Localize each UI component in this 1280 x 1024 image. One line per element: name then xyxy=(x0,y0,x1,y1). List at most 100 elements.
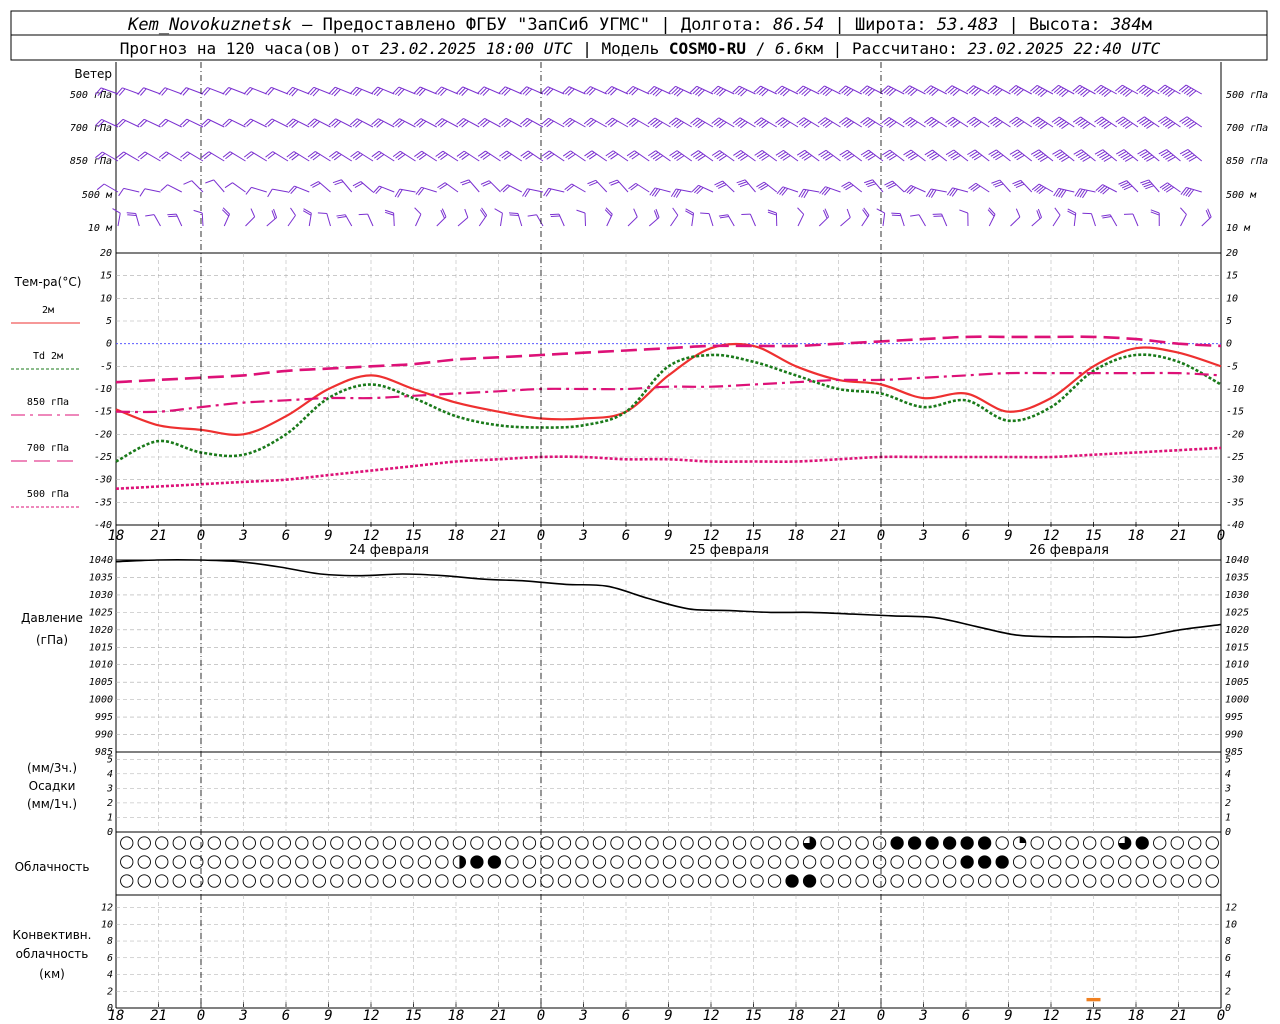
conv-ytick-right: 2 xyxy=(1225,986,1231,997)
wind-barb-feather xyxy=(287,185,295,194)
cloud-circle xyxy=(627,855,642,869)
cloud-circle xyxy=(312,855,326,869)
wind-barb-staff xyxy=(326,213,331,227)
cloud-symbol-mid xyxy=(1118,855,1132,869)
cloud-circle xyxy=(732,874,747,888)
wind-barb xyxy=(137,151,161,162)
cloud-fill xyxy=(470,855,484,869)
wind-barb-feather xyxy=(168,215,178,218)
wind-barb xyxy=(711,85,735,97)
cloud-circle xyxy=(750,874,764,888)
cloud-symbol-low xyxy=(1100,874,1114,888)
wind-barb xyxy=(336,214,353,227)
conv-ytick-right: 4 xyxy=(1225,970,1231,981)
wind-barb-staff xyxy=(457,217,469,227)
wind-barb xyxy=(302,208,312,227)
time-tick-mid-label: 12 xyxy=(1043,528,1060,544)
wind-barb xyxy=(903,149,926,162)
wind-barb xyxy=(1031,183,1054,195)
wind-barb xyxy=(711,117,735,129)
cloud-circle xyxy=(872,855,887,869)
cloud-circle xyxy=(750,855,764,869)
cloud-symbol-mid xyxy=(417,855,432,869)
cloud-circle xyxy=(1118,874,1132,888)
temp-ytick-left: 20 xyxy=(100,248,112,259)
cloud-symbol-low xyxy=(1118,874,1132,888)
wind-barb-feather xyxy=(1101,214,1111,217)
cloud-circle xyxy=(995,874,1009,888)
wind-barb xyxy=(139,188,161,197)
time-tick-bottom-label: 15 xyxy=(405,1008,422,1024)
wind-barb-staff xyxy=(797,214,805,227)
wind-barb-feather xyxy=(127,214,137,216)
wind-title: Ветер xyxy=(74,67,112,81)
time-tick-mid-label: 21 xyxy=(490,528,507,544)
wind-barb xyxy=(562,117,586,128)
wind-barb-feather xyxy=(267,188,273,198)
cloud-symbol-low xyxy=(382,874,397,888)
legend-label-td2m: Td 2м xyxy=(33,351,63,362)
cloud-symbol-low xyxy=(1065,874,1079,888)
wind-barb xyxy=(480,180,501,193)
cloud-circle xyxy=(977,874,992,888)
wind-barb-feather xyxy=(290,186,298,194)
temp-ytick-right: -5 xyxy=(1226,361,1238,372)
wind-barb-feather xyxy=(1185,188,1192,197)
cloud-circle xyxy=(207,874,221,888)
cloud-symbol-low xyxy=(575,874,589,888)
wind-barb xyxy=(944,85,969,96)
lat-value: 53.483 xyxy=(937,15,998,35)
wind-barb xyxy=(180,151,204,162)
wind-barb-feather xyxy=(718,214,728,217)
cloud-symbol-mid xyxy=(575,855,589,869)
cloud-symbol-mid xyxy=(627,855,642,869)
cloud-circle xyxy=(697,836,712,850)
wind-barb xyxy=(392,118,416,128)
wind-barb xyxy=(460,179,480,193)
wind-barb xyxy=(775,149,799,162)
cloud-circle xyxy=(137,874,151,888)
cloud-circle xyxy=(1065,855,1079,869)
forecast-label: Прогноз на 120 часа(ов) от xyxy=(120,39,370,58)
wind-barb-feather xyxy=(1031,183,1040,191)
wind-barb xyxy=(1136,84,1160,97)
time-tick-bottom-label: 0 xyxy=(877,1008,885,1024)
resolution: 6.6 xyxy=(775,39,804,58)
wind-barb xyxy=(583,117,607,128)
cloud-symbol-upper xyxy=(417,836,432,850)
cloud-circle xyxy=(1065,874,1079,888)
station-name: Kem_Novokuznetsk xyxy=(127,15,292,35)
wind-barb xyxy=(392,86,416,97)
cloud-circle xyxy=(295,874,309,888)
cloud-symbol-upper xyxy=(680,836,694,850)
legend-label-t500: 500 гПа xyxy=(27,489,69,500)
wind-barb-feather xyxy=(1102,187,1110,195)
cloud-symbol-mid xyxy=(925,855,939,869)
cloud-circle xyxy=(627,836,642,850)
cloud-symbol-upper xyxy=(645,836,659,850)
wind-barb-staff xyxy=(749,213,756,227)
legend-label-t850: 850 гПа xyxy=(27,397,69,408)
wind-barb xyxy=(1157,116,1181,129)
cloud-circle xyxy=(505,836,519,850)
cloud-circle xyxy=(662,874,677,888)
wind-barb xyxy=(608,179,629,193)
wind-barb xyxy=(1180,186,1202,198)
cloud-circle xyxy=(592,874,607,888)
cloud-symbol-mid xyxy=(1205,855,1219,869)
cloud-symbol-low xyxy=(907,874,922,888)
pressure-ytick-right: 1030 xyxy=(1225,590,1249,601)
time-tick-bottom-label: 18 xyxy=(1128,1008,1145,1024)
time-tick-bottom-label: 9 xyxy=(1004,1008,1012,1024)
wind-barb xyxy=(649,187,671,197)
wind-barb xyxy=(668,117,693,129)
cloud-symbol-upper xyxy=(925,836,939,850)
wind-barb xyxy=(670,188,692,198)
wind-barb xyxy=(549,213,565,227)
wind-barb-feather xyxy=(1097,185,1106,193)
wind-barb xyxy=(205,179,225,193)
wind-barb xyxy=(1052,149,1075,162)
cloud-symbol-low xyxy=(890,874,904,888)
cloud-symbol-upper xyxy=(120,836,134,850)
wind-level-10m-right: 10 м xyxy=(1226,223,1251,234)
